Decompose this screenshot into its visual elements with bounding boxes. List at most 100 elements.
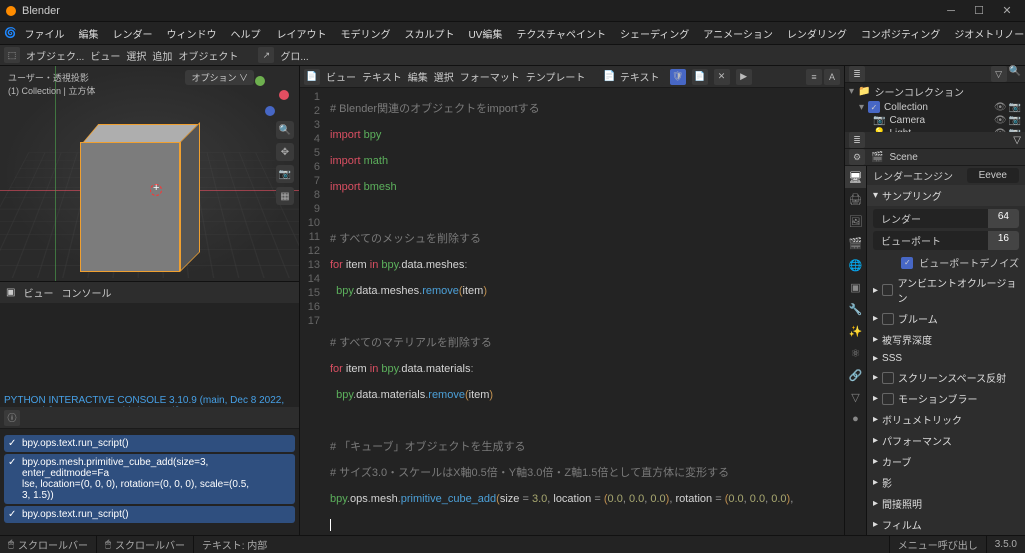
te-edit[interactable]: 編集 [408,69,428,84]
tab-constraint-icon[interactable]: 🔗 [845,364,866,386]
tab-geonodes[interactable]: ジオメトリノード [948,24,1025,43]
gizmo-y-icon[interactable] [255,76,265,86]
tab-material-icon[interactable]: ● [845,408,866,430]
editor-type-icon[interactable]: ⬚ [4,47,20,63]
denoise-checkbox[interactable]: ✓ [901,257,913,269]
te-view[interactable]: ビュー [326,69,356,84]
tab-modeling[interactable]: モデリング [334,24,396,43]
section-film[interactable]: ▸フィルム [867,514,1025,535]
section-ao[interactable]: ▸アンビエントオクルージョン [867,272,1025,308]
props-icon[interactable]: ⚙ [849,149,865,165]
persp-icon[interactable]: ▦ [276,187,294,205]
section-dof[interactable]: ▸被写界深度 [867,329,1025,350]
tab-physics-icon[interactable]: ⚛ [845,342,866,364]
new-text-icon[interactable]: 📄 [692,69,708,85]
gizmo-x-icon[interactable] [279,90,289,100]
tab-shading[interactable]: シェーディング [614,24,695,43]
tab-anim[interactable]: アニメーション [697,24,779,43]
nav-gizmo[interactable] [249,76,289,116]
coll-check[interactable]: ✓ [868,101,880,113]
section-curve[interactable]: ▸カーブ [867,451,1025,472]
viewport-overlay-text: ユーザー・透視投影 (1) Collection | 立方体 [8,72,95,98]
section-perf[interactable]: ▸パフォーマンス [867,430,1025,451]
options-chip[interactable]: オプション ∨ [185,70,254,85]
tab-uv[interactable]: UV編集 [462,24,508,43]
search-icon[interactable]: 🔍 [1009,66,1021,82]
syntax-icon[interactable]: A [824,69,840,85]
section-volum[interactable]: ▸ボリュメトリック [867,409,1025,430]
tab-render[interactable]: レンダリング [781,24,853,43]
section-sampling[interactable]: ▾サンプリング [867,185,1025,206]
outliner-icon[interactable]: ≣ [849,66,865,82]
text-editor-icon[interactable]: 📄 [304,69,320,85]
filter-icon[interactable]: ▽ [1013,135,1021,146]
outliner-icon[interactable]: ≣ [849,132,865,148]
section-sss[interactable]: ▸SSS [867,350,1025,367]
te-template[interactable]: テンプレート [526,69,586,84]
linewrap-icon[interactable]: ≡ [806,69,822,85]
gizmo-z-icon[interactable] [265,106,275,116]
select-menu[interactable]: 選択 [126,48,146,63]
outliner-tree[interactable]: ▾📁シーンコレクション ▾✓Collection👁📷 📷Camera👁📷 💡Li… [845,83,1025,132]
menu-file[interactable]: ファイル [18,24,70,43]
text-editor-body[interactable]: 1234567891011121314151617 # Blender関連のオブ… [300,88,844,535]
section-mblur[interactable]: ▸モーションブラー [867,388,1025,409]
engine-dropdown[interactable]: Eevee [967,168,1019,183]
unlink-icon[interactable]: ✕ [714,69,730,85]
tab-particle-icon[interactable]: ✨ [845,320,866,342]
view-menu[interactable]: ビュー [90,48,120,63]
menu-help[interactable]: ヘルプ [224,24,266,43]
tab-output-icon[interactable]: 🖨 [845,188,866,210]
section-indirect[interactable]: ▸間接照明 [867,493,1025,514]
global-dropdown[interactable]: グロ... [280,48,308,63]
add-menu[interactable]: 追加 [152,48,172,63]
section-ssr[interactable]: ▸スクリーンスペース反射 [867,367,1025,388]
close-button[interactable]: ✕ [995,2,1019,20]
tab-modifier-icon[interactable]: 🔧 [845,298,866,320]
menu-window[interactable]: ウィンドウ [160,24,222,43]
tab-world-icon[interactable]: 🌐 [845,254,866,276]
editor-type-icon[interactable]: ▣ [6,287,15,298]
maximize-button[interactable]: ☐ [967,2,991,20]
code-body[interactable]: # Blender関連のオブジェクトをimportする import bpy i… [326,88,797,535]
info-log[interactable]: bpy.ops.text.run_script() bpy.ops.mesh.p… [0,429,299,533]
tab-data-icon[interactable]: ▽ [845,386,866,408]
view-footer-view[interactable]: ビュー [23,285,53,300]
3d-viewport[interactable]: ユーザー・透視投影 (1) Collection | 立方体 オプション ∨ 🔍… [0,66,299,281]
tab-compositing[interactable]: コンポジティング [855,24,946,43]
run-script-button[interactable]: ▶ [736,69,752,85]
properties-body[interactable]: レンダーエンジン Eevee ▾サンプリング レンダー64 ビューポート16 ✓… [867,166,1025,535]
object-menu[interactable]: オブジェクト [178,48,238,63]
cube-object[interactable] [80,124,192,274]
minimize-button[interactable]: ─ [939,2,963,20]
section-shadow[interactable]: ▸影 [867,472,1025,493]
info-editor-icon[interactable]: ⓘ [4,410,20,426]
te-text[interactable]: テキスト [362,69,402,84]
te-format[interactable]: フォーマット [460,69,520,84]
window-title: Blender [22,5,60,17]
tab-sculpt[interactable]: スカルプト [398,24,460,43]
tab-layout[interactable]: レイアウト [270,24,332,43]
view-footer-console[interactable]: コンソール [61,285,111,300]
te-select[interactable]: 選択 [434,69,454,84]
python-console[interactable]: PYTHON INTERACTIVE CONSOLE 3.10.9 (main,… [0,303,299,407]
camera-view-icon[interactable]: 📷 [276,165,294,183]
zoom-icon[interactable]: 🔍 [276,121,294,139]
menu-render[interactable]: レンダー [106,24,158,43]
filter-icon[interactable]: ▽ [991,66,1007,82]
mode-dropdown[interactable]: オブジェク... [26,48,84,63]
move-view-icon[interactable]: ✥ [276,143,294,161]
text-name-field[interactable]: 📄 テキスト [599,68,663,86]
viewport-samples-field[interactable]: ビューポート16 [873,231,1019,250]
menu-edit[interactable]: 編集 [72,24,104,43]
tab-render-icon[interactable]: 🖥 [845,166,866,188]
tab-object-icon[interactable]: ▣ [845,276,866,298]
tab-viewlayer-icon[interactable]: 🖼 [845,210,866,232]
tab-texpaint[interactable]: テクスチャペイント [510,24,612,43]
section-bloom[interactable]: ▸ブルーム [867,308,1025,329]
properties-tabs: 🖥 🖨 🖼 🎬 🌐 ▣ 🔧 ✨ ⚛ 🔗 ▽ ● [845,166,867,535]
shield-icon[interactable]: 🛡 [670,69,686,85]
tab-scene-icon[interactable]: 🎬 [845,232,866,254]
orientation-icon[interactable]: ↗ [258,47,274,63]
render-samples-field[interactable]: レンダー64 [873,209,1019,228]
